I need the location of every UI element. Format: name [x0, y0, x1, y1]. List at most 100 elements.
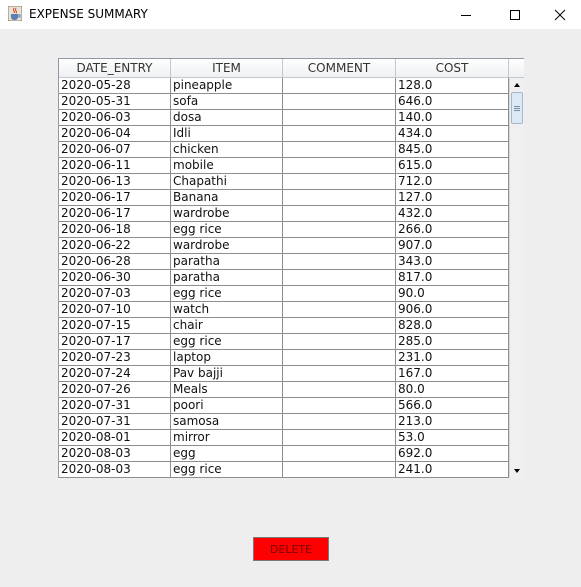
cell-cost[interactable]: 127.0 — [396, 190, 509, 206]
cell-cost[interactable]: 285.0 — [396, 334, 509, 350]
minimize-button[interactable] — [443, 0, 489, 29]
cell-date-entry[interactable]: 2020-05-31 — [59, 94, 171, 110]
table-row[interactable]: 2020-06-18 egg rice 266.0 — [59, 222, 509, 238]
delete-button[interactable]: DELETE — [253, 537, 329, 561]
cell-item[interactable]: wardrobe — [171, 206, 283, 222]
cell-date-entry[interactable]: 2020-05-28 — [59, 78, 171, 94]
table-row[interactable]: 2020-07-15 chair 828.0 — [59, 318, 509, 334]
cell-item[interactable]: egg rice — [171, 286, 283, 302]
cell-item[interactable]: paratha — [171, 270, 283, 286]
cell-item[interactable]: paratha — [171, 254, 283, 270]
table-row[interactable]: 2020-07-31 poori 566.0 — [59, 398, 509, 414]
table-row[interactable]: 2020-06-04 Idli 434.0 — [59, 126, 509, 142]
cell-comment[interactable] — [283, 222, 396, 238]
table-row[interactable]: 2020-05-31 sofa 646.0 — [59, 94, 509, 110]
cell-item[interactable]: mobile — [171, 158, 283, 174]
cell-date-entry[interactable]: 2020-07-10 — [59, 302, 171, 318]
cell-cost[interactable]: 343.0 — [396, 254, 509, 270]
cell-date-entry[interactable]: 2020-06-04 — [59, 126, 171, 142]
cell-date-entry[interactable]: 2020-06-17 — [59, 190, 171, 206]
cell-cost[interactable]: 615.0 — [396, 158, 509, 174]
cell-item[interactable]: chair — [171, 318, 283, 334]
cell-item[interactable]: dosa — [171, 110, 283, 126]
cell-item[interactable]: Idli — [171, 126, 283, 142]
cell-comment[interactable] — [283, 254, 396, 270]
cell-item[interactable]: Banana — [171, 190, 283, 206]
expense-table[interactable]: DATE_ENTRY ITEM COMMENT COST 2020-05-28 p… — [58, 58, 524, 478]
cell-item[interactable]: Chapathi — [171, 174, 283, 190]
cell-date-entry[interactable]: 2020-06-11 — [59, 158, 171, 174]
scroll-up-button[interactable] — [510, 78, 524, 92]
cell-cost[interactable]: 566.0 — [396, 398, 509, 414]
cell-date-entry[interactable]: 2020-07-17 — [59, 334, 171, 350]
cell-cost[interactable]: 646.0 — [396, 94, 509, 110]
table-row[interactable]: 2020-08-03 egg 692.0 — [59, 446, 509, 462]
cell-comment[interactable] — [283, 446, 396, 462]
column-header-item[interactable]: ITEM — [171, 59, 283, 78]
cell-item[interactable]: laptop — [171, 350, 283, 366]
table-row[interactable]: 2020-06-03 dosa 140.0 — [59, 110, 509, 126]
maximize-button[interactable] — [492, 0, 538, 29]
cell-comment[interactable] — [283, 126, 396, 142]
cell-item[interactable]: egg — [171, 446, 283, 462]
table-row[interactable]: 2020-08-03 egg rice 241.0 — [59, 462, 509, 478]
cell-cost[interactable]: 241.0 — [396, 462, 509, 478]
cell-item[interactable]: Meals — [171, 382, 283, 398]
cell-comment[interactable] — [283, 430, 396, 446]
table-row[interactable]: 2020-07-10 watch 906.0 — [59, 302, 509, 318]
cell-date-entry[interactable]: 2020-08-03 — [59, 446, 171, 462]
cell-item[interactable]: poori — [171, 398, 283, 414]
cell-cost[interactable]: 231.0 — [396, 350, 509, 366]
cell-item[interactable]: pineapple — [171, 78, 283, 94]
cell-cost[interactable]: 266.0 — [396, 222, 509, 238]
table-row[interactable]: 2020-06-28 paratha 343.0 — [59, 254, 509, 270]
cell-date-entry[interactable]: 2020-06-28 — [59, 254, 171, 270]
vertical-scrollbar[interactable] — [509, 78, 524, 478]
cell-date-entry[interactable]: 2020-06-07 — [59, 142, 171, 158]
cell-comment[interactable] — [283, 270, 396, 286]
cell-cost[interactable]: 907.0 — [396, 238, 509, 254]
column-header-comment[interactable]: COMMENT — [283, 59, 396, 78]
cell-date-entry[interactable]: 2020-06-17 — [59, 206, 171, 222]
cell-cost[interactable]: 90.0 — [396, 286, 509, 302]
cell-item[interactable]: mirror — [171, 430, 283, 446]
cell-comment[interactable] — [283, 286, 396, 302]
cell-date-entry[interactable]: 2020-07-03 — [59, 286, 171, 302]
table-row[interactable]: 2020-06-30 paratha 817.0 — [59, 270, 509, 286]
table-row[interactable]: 2020-07-03 egg rice 90.0 — [59, 286, 509, 302]
cell-date-entry[interactable]: 2020-06-18 — [59, 222, 171, 238]
cell-item[interactable]: samosa — [171, 414, 283, 430]
cell-item[interactable]: Pav bajji — [171, 366, 283, 382]
cell-cost[interactable]: 692.0 — [396, 446, 509, 462]
cell-comment[interactable] — [283, 382, 396, 398]
cell-date-entry[interactable]: 2020-06-30 — [59, 270, 171, 286]
cell-cost[interactable]: 434.0 — [396, 126, 509, 142]
cell-date-entry[interactable]: 2020-08-03 — [59, 462, 171, 478]
cell-cost[interactable]: 845.0 — [396, 142, 509, 158]
table-row[interactable]: 2020-06-17 wardrobe 432.0 — [59, 206, 509, 222]
cell-comment[interactable] — [283, 206, 396, 222]
cell-cost[interactable]: 128.0 — [396, 78, 509, 94]
cell-date-entry[interactable]: 2020-06-03 — [59, 110, 171, 126]
table-row[interactable]: 2020-06-22 wardrobe 907.0 — [59, 238, 509, 254]
cell-date-entry[interactable]: 2020-06-13 — [59, 174, 171, 190]
cell-item[interactable]: egg rice — [171, 462, 283, 478]
cell-cost[interactable]: 140.0 — [396, 110, 509, 126]
cell-cost[interactable]: 712.0 — [396, 174, 509, 190]
cell-cost[interactable]: 432.0 — [396, 206, 509, 222]
table-row[interactable]: 2020-08-01 mirror 53.0 — [59, 430, 509, 446]
table-row[interactable]: 2020-07-31 samosa 213.0 — [59, 414, 509, 430]
cell-comment[interactable] — [283, 302, 396, 318]
table-row[interactable]: 2020-06-13 Chapathi 712.0 — [59, 174, 509, 190]
cell-comment[interactable] — [283, 110, 396, 126]
scroll-down-button[interactable] — [510, 464, 524, 478]
cell-comment[interactable] — [283, 462, 396, 478]
cell-item[interactable]: egg rice — [171, 334, 283, 350]
title-bar[interactable]: EXPENSE SUMMARY — [0, 0, 581, 29]
cell-cost[interactable]: 906.0 — [396, 302, 509, 318]
table-row[interactable]: 2020-07-17 egg rice 285.0 — [59, 334, 509, 350]
cell-cost[interactable]: 53.0 — [396, 430, 509, 446]
cell-date-entry[interactable]: 2020-07-26 — [59, 382, 171, 398]
cell-comment[interactable] — [283, 398, 396, 414]
cell-item[interactable]: wardrobe — [171, 238, 283, 254]
